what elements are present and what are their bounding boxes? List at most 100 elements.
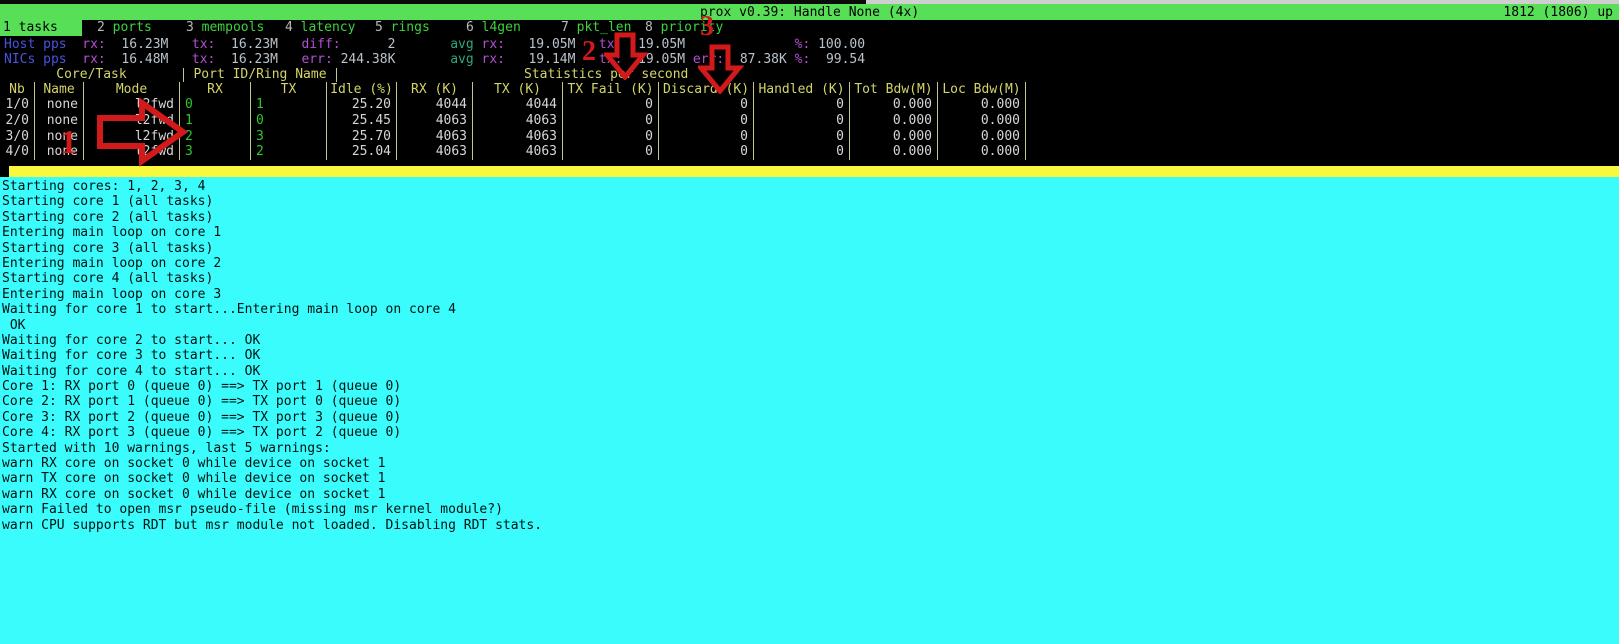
- column-header: TX: [251, 82, 327, 97]
- table-cell: 25.70: [327, 129, 397, 145]
- column-header: Name: [35, 82, 84, 97]
- column-header: TX (K): [473, 82, 563, 97]
- table-cell: 3/0: [0, 129, 35, 145]
- annotation-label-1: 1: [60, 124, 77, 162]
- table-cell: 0: [659, 144, 754, 160]
- tab-bar: 1 tasks 2 ports 3 mempools 4 latency 5 rings…: [0, 20, 1619, 36]
- log-line: Waiting for core 2 to start... OK: [2, 333, 542, 348]
- table-cell: 0: [754, 129, 850, 145]
- tab-rings[interactable]: 5 rings: [375, 20, 430, 36]
- tab-ports[interactable]: 2 ports: [97, 20, 152, 36]
- nics-stat-segment: 16.48M: [106, 52, 169, 67]
- host-stat-segment: rx:: [67, 37, 106, 52]
- host-stat-segment: 16.23M: [215, 37, 278, 52]
- table-cell: 4063: [473, 144, 563, 160]
- uptime-counter: 1812 (1806) up: [1503, 5, 1613, 20]
- table-cell: none: [35, 97, 84, 113]
- tab-label: l4gen: [474, 20, 521, 35]
- nics-stat-segment: [395, 52, 450, 67]
- group-separator: [336, 68, 337, 82]
- log-line: OK: [2, 318, 542, 333]
- log-line: Core 4: RX port 3 (queue 0) ==> TX port …: [2, 425, 542, 440]
- column-header: Handled (K): [754, 82, 850, 97]
- nics-stat-segment: avg: [450, 52, 473, 67]
- log-line: Starting core 2 (all tasks): [2, 210, 542, 225]
- table-cell: 0: [659, 129, 754, 145]
- annotation-arrow-3-down-icon: [698, 44, 744, 94]
- console-log: Starting cores: 1, 2, 3, 4Starting core …: [2, 179, 542, 533]
- log-line: warn Failed to open msr pseudo-file (mis…: [2, 502, 542, 517]
- table-cell: 1: [251, 97, 327, 113]
- host-stat-segment: 16.23M: [106, 37, 169, 52]
- log-line: Core 3: RX port 2 (queue 0) ==> TX port …: [2, 410, 542, 425]
- log-line: Waiting for core 1 to start...Entering m…: [2, 302, 542, 317]
- tab-number: 3: [186, 20, 194, 35]
- log-line: Waiting for core 4 to start... OK: [2, 364, 542, 379]
- annotation-label-3: 3: [700, 11, 714, 43]
- column-header: Loc Bdw(M): [938, 82, 1026, 97]
- log-line: Entering main loop on core 3: [2, 287, 542, 302]
- column-header: RX (K): [397, 82, 473, 97]
- host-stat-segment: avg: [450, 37, 473, 52]
- log-line: warn RX core on socket 0 while device on…: [2, 456, 542, 471]
- table-cell: 0.000: [850, 97, 938, 113]
- host-stat-segment: diff:: [278, 37, 341, 52]
- log-line: Entering main loop on core 2: [2, 256, 542, 271]
- log-line: warn CPU supports RDT but msr module not…: [2, 518, 542, 533]
- column-header: Idle (%): [327, 82, 397, 97]
- separator-bar: [0, 166, 1619, 177]
- table-cell: 3: [251, 129, 327, 145]
- table-header-row: NbNameModeRXTXIdle (%)RX (K)TX (K)TX Fai…: [0, 82, 1039, 97]
- annotation-arrow-1-right-icon: [95, 98, 191, 170]
- tab-label: latency: [293, 20, 356, 35]
- table-cell: 4063: [473, 129, 563, 145]
- table-cell: 25.04: [327, 144, 397, 160]
- nics-stat-segment: NICs pps: [4, 52, 67, 67]
- table-cell: 4/0: [0, 144, 35, 160]
- tab-number: 5: [375, 20, 383, 35]
- separator-bar-notch: [0, 166, 9, 177]
- host-stat-segment: rx:: [474, 37, 505, 52]
- nics-stat-segment: err:: [278, 52, 333, 67]
- table-cell: 25.45: [327, 113, 397, 129]
- log-line: warn TX core on socket 0 while device on…: [2, 471, 542, 486]
- tab-mempools[interactable]: 3 mempools: [186, 20, 264, 36]
- table-cell: 1/0: [0, 97, 35, 113]
- nics-stat-segment: 16.23M: [215, 52, 278, 67]
- table-cell: 0.000: [850, 129, 938, 145]
- tab-l4gen[interactable]: 6 l4gen: [466, 20, 521, 36]
- table-cell: 0: [659, 113, 754, 129]
- nics-stat-segment: 19.14M: [505, 52, 575, 67]
- tab-latency[interactable]: 4 latency: [285, 20, 355, 36]
- group-header-port-ring: Port ID/Ring Name: [184, 67, 336, 82]
- table-cell: 0: [659, 97, 754, 113]
- host-stat-segment: tx:: [168, 37, 215, 52]
- table-cell: 0: [754, 144, 850, 160]
- log-line: Starting core 4 (all tasks): [2, 271, 542, 286]
- log-line: warn RX core on socket 0 while device on…: [2, 487, 542, 502]
- nics-stat-segment: 244.38K: [333, 52, 396, 67]
- table-cell: 0.000: [938, 144, 1026, 160]
- tab-label: mempools: [194, 20, 264, 35]
- tab-label: tasks: [11, 20, 58, 35]
- console-output-area: Starting cores: 1, 2, 3, 4Starting core …: [0, 177, 1619, 644]
- nics-stat-segment: 99.54: [810, 52, 865, 67]
- column-header: Mode: [84, 82, 180, 97]
- host-stat-segment: [395, 37, 450, 52]
- host-stat-segment: 2: [341, 37, 396, 52]
- table-cell: 4044: [473, 97, 563, 113]
- tab-number: 7: [561, 20, 569, 35]
- log-line: Starting cores: 1, 2, 3, 4: [2, 179, 542, 194]
- window-title: prox v0.39: Handle None (4x): [700, 5, 919, 20]
- log-line: Core 1: RX port 0 (queue 0) ==> TX port …: [2, 379, 542, 394]
- tab-tasks[interactable]: 1 tasks: [0, 20, 82, 36]
- tab-number: 1: [3, 20, 11, 35]
- group-separator: [183, 68, 184, 82]
- table-cell: 0.000: [850, 113, 938, 129]
- tab-label: ports: [105, 20, 152, 35]
- column-header: Tot Bdw(M): [850, 82, 938, 97]
- column-header: RX: [180, 82, 251, 97]
- host-stat-segment: Host pps: [4, 37, 67, 52]
- table-cell: 2/0: [0, 113, 35, 129]
- log-line: Starting core 1 (all tasks): [2, 194, 542, 209]
